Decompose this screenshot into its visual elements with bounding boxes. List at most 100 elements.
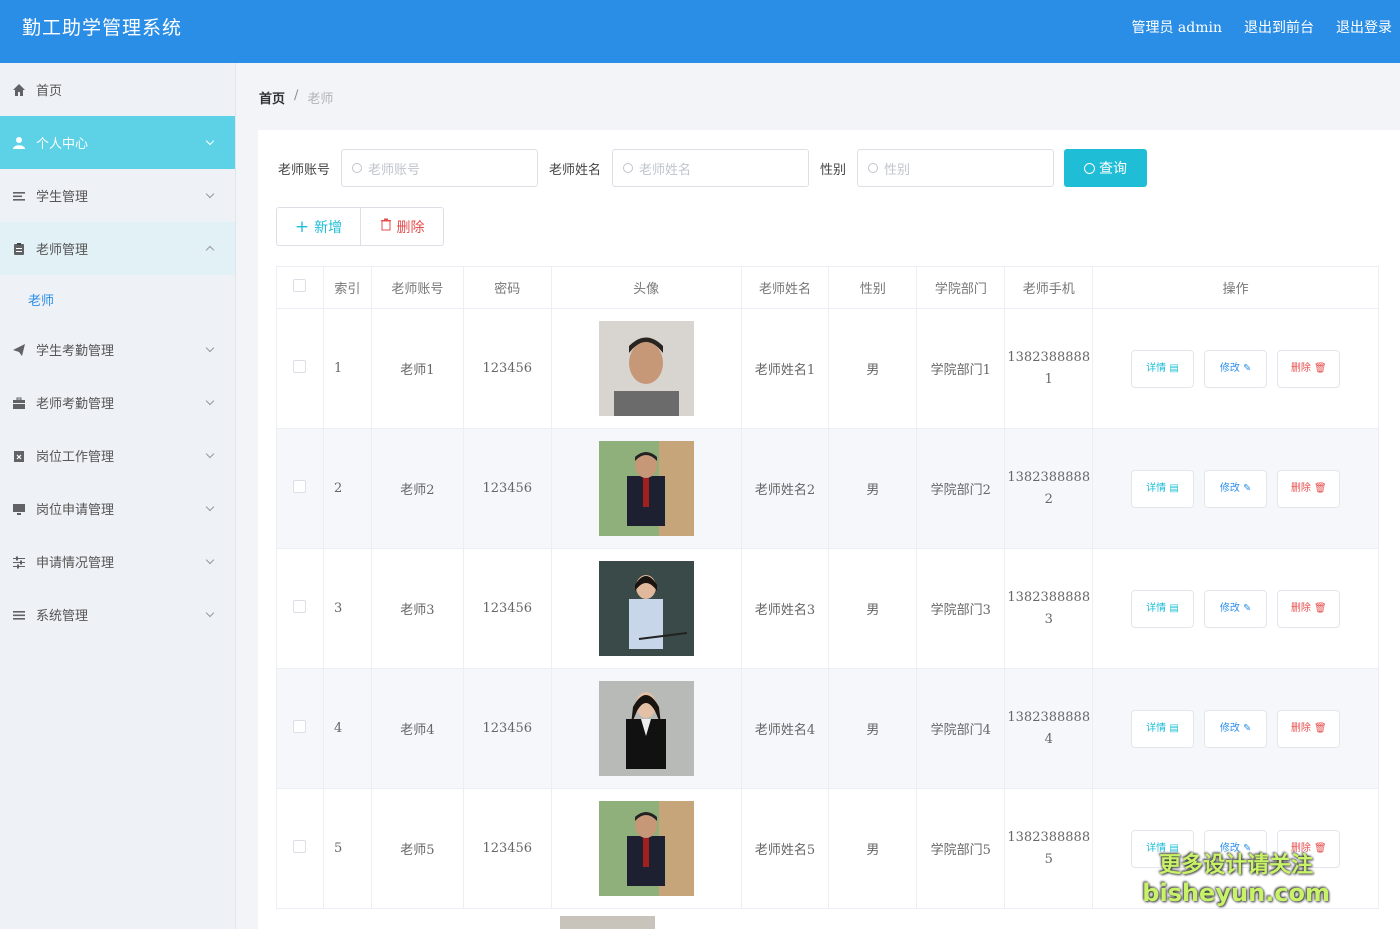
chevron-down-icon (205, 396, 215, 406)
sidebar-item-teachers[interactable]: 老师管理 (0, 222, 235, 275)
phone-line-2: 1 (1044, 371, 1053, 387)
sidebar-item-job-apply[interactable]: 岗位申请管理 (0, 482, 235, 535)
row-select-cell (276, 668, 324, 789)
plus-icon: + (294, 216, 310, 237)
sidebar-item-label: 学生考勤管理 (36, 344, 115, 359)
row-delete-button[interactable]: 删除 🗑 (1277, 589, 1341, 628)
sidebar-item-teacher-attendance[interactable]: 老师考勤管理 (0, 376, 235, 429)
name-label: 老师姓名 (549, 162, 602, 178)
row-delete-label: 删除 (1290, 722, 1311, 734)
front-link[interactable]: 退出到前台 (1244, 17, 1314, 37)
logout-link[interactable]: 退出登录 (1336, 17, 1392, 37)
briefcase-icon (12, 396, 26, 410)
breadcrumb-current: 老师 (307, 92, 334, 107)
query-button[interactable]: 查询 (1064, 149, 1148, 187)
sidebar-item-label: 申请情况管理 (36, 556, 115, 571)
edit-label: 修改 (1219, 602, 1240, 614)
table-row: 3 老师3 123456 老师姓名3 男 学院部门3 1382388888 3 详… (276, 548, 1379, 669)
breadcrumb-home[interactable]: 首页 (259, 88, 285, 107)
send-icon (12, 343, 26, 357)
menu-icon (12, 608, 26, 622)
column-header: 老师手机 (1004, 266, 1094, 309)
index-cell: 4 (323, 668, 372, 789)
sidebar-item-personal[interactable]: 个人中心 (0, 116, 235, 169)
row-select-cell (276, 308, 324, 429)
sidebar-item-job-work[interactable]: 岗位工作管理 (0, 429, 235, 482)
watermark: 更多设计请关注 bisheyun.com (1142, 847, 1330, 907)
sidebar-item-apply-status[interactable]: 申请情况管理 (0, 535, 235, 588)
sidebar-item-label: 个人中心 (36, 137, 89, 152)
delete-button[interactable]: 删除 (360, 207, 444, 246)
account-search-input[interactable]: 老师账号 (341, 149, 539, 187)
search-icon (352, 163, 363, 173)
sidebar-item-home[interactable]: 首页 (0, 63, 235, 116)
detail-button[interactable]: 详情 ▤ (1130, 349, 1194, 388)
chevron-down-icon (205, 136, 215, 146)
row-checkbox[interactable] (293, 600, 307, 613)
admin-label[interactable]: 管理员 admin (1131, 17, 1222, 37)
row-checkbox[interactable] (293, 480, 307, 493)
row-delete-label: 删除 (1290, 362, 1311, 374)
row-delete-button[interactable]: 删除 🗑 (1277, 349, 1341, 388)
name-search-input[interactable]: 老师姓名 (612, 149, 810, 187)
sidebar-item-student-attendance[interactable]: 学生考勤管理 (0, 323, 235, 376)
sidebar-item-label: 岗位申请管理 (36, 503, 115, 518)
column-header: 性别 (828, 266, 918, 309)
account-placeholder: 老师账号 (368, 162, 421, 178)
dept-cell: 学院部门2 (916, 428, 1006, 549)
detail-button[interactable]: 详情 ▤ (1130, 589, 1194, 628)
avatar-cell (551, 548, 742, 669)
row-delete-label: 删除 (1290, 482, 1311, 494)
name-cell: 老师姓名1 (741, 308, 830, 429)
sidebar-item-students[interactable]: 学生管理 (0, 169, 235, 222)
row-delete-button[interactable]: 删除 🗑 (1277, 469, 1341, 508)
account-cell: 老师3 (371, 548, 464, 669)
chevron-up-icon (205, 245, 215, 255)
avatar-photo (598, 681, 694, 776)
index-cell: 2 (323, 428, 372, 549)
content-panel: 老师账号 老师账号 老师姓名 老师姓名 性别 性别 查询 + 新增 删除 索引 … (258, 130, 1400, 929)
row-checkbox[interactable] (293, 360, 307, 373)
table-row: 4 老师4 123456 老师姓名4 男 学院部门4 1382388888 4 详… (276, 668, 1379, 789)
avatar-photo (598, 801, 694, 896)
row-select-cell (276, 428, 324, 549)
user-icon (12, 136, 26, 150)
row-delete-button[interactable]: 删除 🗑 (1277, 709, 1341, 748)
add-button[interactable]: + 新增 (276, 207, 361, 246)
gender-placeholder: 性别 (884, 162, 911, 178)
avatar-cell (551, 428, 742, 549)
detail-button[interactable]: 详情 ▤ (1130, 469, 1194, 508)
calendar-icon (12, 449, 26, 463)
detail-button[interactable]: 详情 ▤ (1130, 709, 1194, 748)
row-checkbox[interactable] (293, 720, 307, 733)
edit-button[interactable]: 修改 ✎ (1204, 469, 1268, 508)
avatar-photo (598, 321, 694, 416)
password-cell: 123456 (463, 548, 552, 669)
column-header: 头像 (551, 266, 742, 309)
gender-label: 性别 (820, 162, 847, 178)
table-row: 2 老师2 123456 老师姓名2 男 学院部门2 1382388888 2 详… (276, 428, 1379, 549)
delete-button-label: 删除 (396, 219, 425, 236)
phone-cell: 1382388888 3 (1004, 548, 1094, 669)
partial-avatar-photo (560, 916, 655, 929)
account-cell: 老师5 (371, 788, 464, 909)
sidebar: 首页 个人中心 学生管理 老师管理 老师 学生考勤管理 老师考勤管理 岗位工作管… (0, 63, 236, 929)
sidebar-item-label: 首页 (36, 84, 63, 99)
gender-search-input[interactable]: 性别 (857, 149, 1055, 187)
header-links: 管理员 admin 退出到前台 退出登录 (1131, 17, 1392, 37)
clipboard-icon (12, 242, 26, 256)
sidebar-item-system[interactable]: 系统管理 (0, 588, 235, 641)
row-select-cell (276, 788, 324, 909)
search-icon (623, 163, 634, 173)
select-all-checkbox[interactable] (293, 279, 307, 292)
trash-icon (380, 218, 392, 235)
avatar-cell (551, 308, 742, 429)
phone-line-2: 4 (1044, 731, 1053, 747)
edit-button[interactable]: 修改 ✎ (1204, 349, 1268, 388)
row-checkbox[interactable] (293, 840, 307, 853)
edit-button[interactable]: 修改 ✎ (1204, 589, 1268, 628)
edit-button[interactable]: 修改 ✎ (1204, 709, 1268, 748)
sidebar-subitem-teacher[interactable]: 老师 (0, 275, 235, 323)
password-cell: 123456 (463, 668, 552, 789)
sliders-icon (12, 555, 26, 569)
